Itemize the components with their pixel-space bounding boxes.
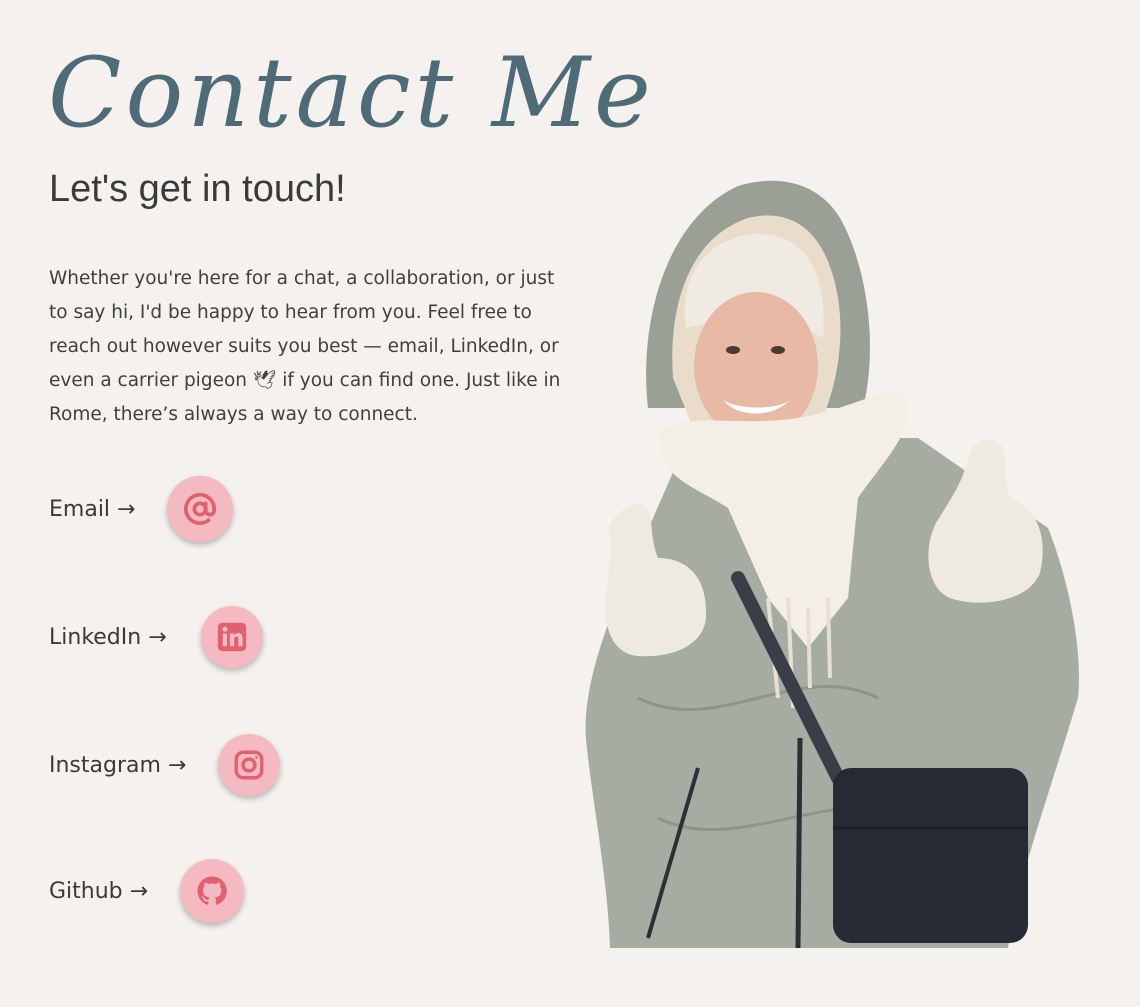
github-link[interactable]: Github → [49, 858, 245, 924]
instagram-button[interactable] [218, 734, 281, 796]
instagram-label: Instagram → [49, 752, 187, 778]
email-button[interactable] [167, 476, 234, 542]
email-label: Email → [49, 496, 136, 522]
linkedin-link[interactable]: LinkedIn → [49, 604, 263, 670]
page-title: Contact Me [48, 37, 655, 149]
email-link[interactable]: Email → [49, 476, 234, 542]
profile-photo [585, 180, 1079, 949]
linkedin-icon [217, 622, 246, 652]
github-label: Github → [49, 878, 149, 904]
handbag [833, 768, 1028, 943]
github-icon [197, 876, 227, 905]
linkedin-label: LinkedIn → [49, 624, 167, 650]
at-sign-icon [184, 492, 217, 525]
instagram-icon [234, 750, 264, 780]
github-button[interactable] [180, 859, 245, 923]
page-subtitle: Let's get in touch! [49, 168, 346, 210]
intro-paragraph: Whether you're here for a chat, a collab… [49, 268, 561, 425]
instagram-link[interactable]: Instagram → [49, 732, 281, 798]
linkedin-button[interactable] [200, 606, 263, 668]
